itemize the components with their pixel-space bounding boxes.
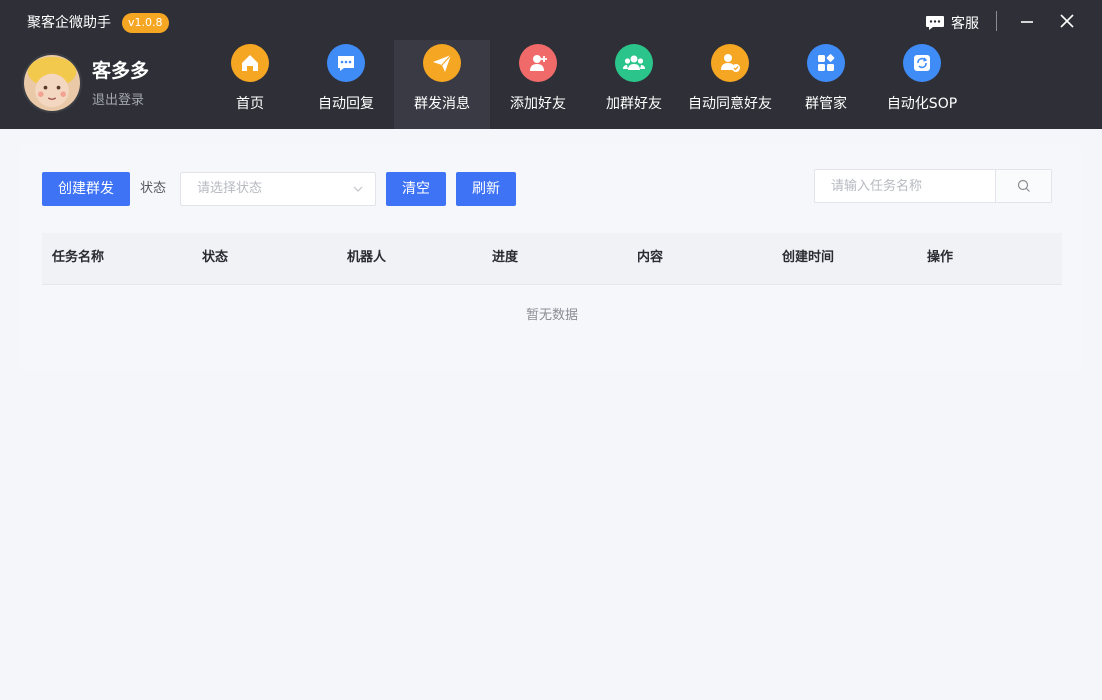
refresh-icon — [903, 44, 941, 82]
column-header-actions: 操作 — [927, 250, 954, 265]
create-mass-message-button[interactable]: 创建群发 — [42, 172, 130, 206]
column-header-task-name: 任务名称 — [52, 250, 105, 265]
search-icon — [1017, 179, 1030, 192]
nav-label: 首页 — [236, 96, 264, 112]
clear-button[interactable]: 清空 — [386, 172, 446, 206]
column-header-created-time: 创建时间 — [782, 250, 835, 265]
refresh-button[interactable]: 刷新 — [456, 172, 516, 206]
nav-item-mass-message[interactable]: 群发消息 — [394, 40, 490, 129]
customer-service-label: 客服 — [951, 16, 979, 32]
home-icon — [231, 44, 269, 82]
send-icon — [423, 44, 461, 82]
nav-item-auto-sop[interactable]: 自动化SOP — [874, 40, 970, 129]
nav-label: 自动化SOP — [886, 96, 958, 112]
group-icon — [615, 44, 653, 82]
user-check-icon — [711, 44, 749, 82]
app-title: 聚客企微助手 — [27, 15, 111, 31]
message-icon — [926, 16, 944, 30]
nav-label: 群发消息 — [414, 96, 470, 112]
search-input[interactable] — [815, 170, 995, 202]
column-header-progress: 进度 — [492, 250, 519, 265]
minimize-icon[interactable] — [1018, 12, 1036, 30]
empty-state-text: 暂无数据 — [525, 308, 578, 323]
chat-icon — [327, 44, 365, 82]
status-select[interactable]: 请选择状态 — [180, 172, 376, 206]
version-badge: v1.0.8 — [122, 13, 169, 33]
search-box — [814, 169, 1052, 203]
logout-link[interactable]: 退出登录 — [92, 92, 144, 110]
divider — [996, 11, 997, 31]
avatar — [22, 53, 82, 113]
nav-item-auto-reply[interactable]: 自动回复 — [298, 40, 394, 129]
nav-label: 自动回复 — [318, 96, 374, 112]
status-select-placeholder: 请选择状态 — [197, 181, 263, 196]
nav-item-group-friend[interactable]: 加群好友 — [586, 40, 682, 129]
avatar-image — [24, 55, 80, 111]
nav-label: 加群好友 — [606, 96, 662, 112]
status-label: 状态 — [140, 181, 167, 196]
search-button[interactable] — [995, 170, 1051, 202]
column-header-status: 状态 — [202, 250, 229, 265]
nav-label: 自动同意好友 — [688, 96, 772, 112]
customer-service-button[interactable]: 客服 — [925, 12, 979, 34]
nav-item-add-friend[interactable]: 添加好友 — [490, 40, 586, 129]
chevron-down-icon — [353, 186, 363, 192]
table-header: 任务名称 状态 机器人 进度 内容 创建时间 操作 — [42, 233, 1062, 285]
column-header-robot: 机器人 — [347, 250, 387, 265]
column-header-content: 内容 — [637, 250, 664, 265]
nav-item-home[interactable]: 首页 — [202, 40, 298, 129]
nav-item-group-manager[interactable]: 群管家 — [778, 40, 874, 129]
username: 客多多 — [92, 60, 150, 82]
add-user-icon — [519, 44, 557, 82]
app-header: 聚客企微助手 v1.0.8 客服 客多多 退出登录 首页 自动回复 群发消息 添… — [0, 0, 1102, 129]
apps-icon — [807, 44, 845, 82]
nav-label: 添加好友 — [510, 96, 566, 112]
nav-label: 群管家 — [805, 96, 847, 112]
close-icon[interactable] — [1058, 12, 1076, 30]
nav-item-auto-accept[interactable]: 自动同意好友 — [682, 40, 778, 129]
